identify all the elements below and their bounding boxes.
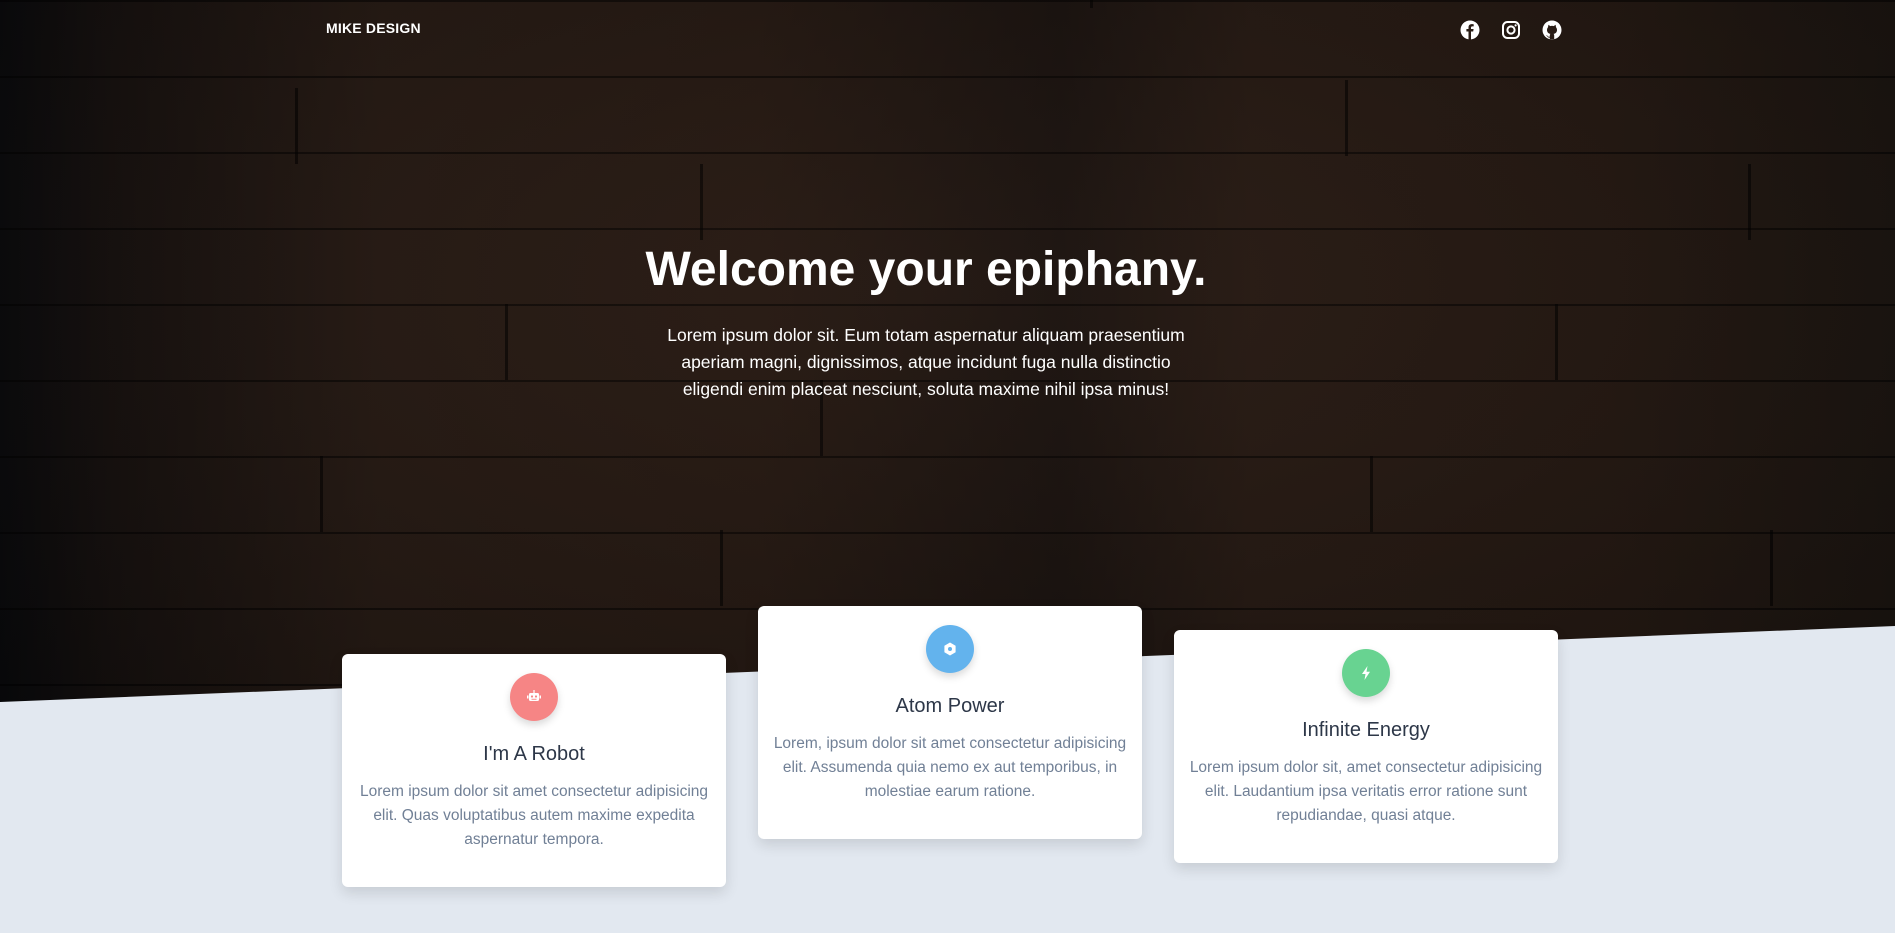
feature-card-robot: I'm A Robot Lorem ipsum dolor sit amet c… bbox=[342, 654, 726, 887]
card-text: Lorem, ipsum dolor sit amet consectetur … bbox=[773, 735, 1127, 800]
social-links bbox=[1460, 20, 1562, 40]
hero-title: Welcome your epiphany. bbox=[645, 243, 1207, 296]
card-text: Lorem ipsum dolor sit, amet consectetur … bbox=[1189, 759, 1543, 824]
github-icon[interactable] bbox=[1542, 20, 1562, 40]
robot-icon-badge bbox=[510, 673, 558, 721]
instagram-icon[interactable] bbox=[1501, 20, 1521, 40]
feature-card-energy: Infinite Energy Lorem ipsum dolor sit, a… bbox=[1174, 630, 1558, 863]
atom-icon bbox=[944, 642, 956, 656]
card-title: Infinite Energy bbox=[1302, 719, 1430, 741]
card-text: Lorem ipsum dolor sit amet consectetur a… bbox=[359, 783, 709, 848]
card-title: I'm A Robot bbox=[483, 743, 585, 765]
atom-icon-badge bbox=[926, 625, 974, 673]
hero-subtitle: Lorem ipsum dolor sit. Eum totam asperna… bbox=[667, 325, 1185, 399]
lightning-icon bbox=[1362, 666, 1370, 680]
brand-logo[interactable]: MIKE DESIGN bbox=[326, 20, 421, 36]
feature-card-atom: Atom Power Lorem, ipsum dolor sit amet c… bbox=[758, 606, 1142, 839]
robot-icon bbox=[527, 690, 541, 701]
facebook-icon[interactable] bbox=[1460, 20, 1480, 40]
lightning-icon-badge bbox=[1342, 649, 1390, 697]
card-title: Atom Power bbox=[895, 695, 1005, 717]
